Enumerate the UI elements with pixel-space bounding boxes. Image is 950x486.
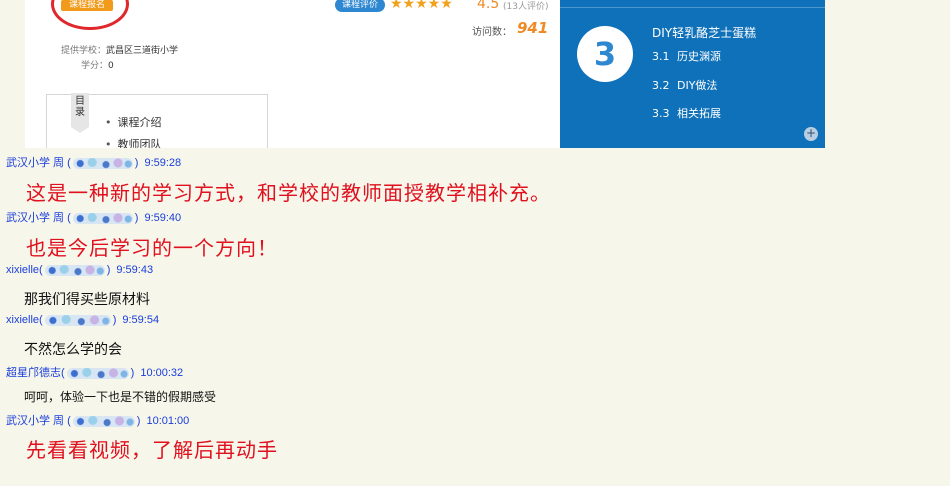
sender-close: ) — [134, 212, 139, 224]
message-text: 也是今后学习的一个方向！ — [26, 236, 278, 260]
blurred-id — [72, 157, 133, 169]
message-header: 武汉小学 周 () 9:59:40 — [6, 209, 181, 225]
sender-close: ) — [106, 264, 111, 276]
rating-stars: ★★★★★ — [390, 0, 453, 12]
blurred-id — [44, 264, 105, 276]
blurred-id — [44, 314, 111, 326]
toc-item-teachers[interactable]: 教师团队 — [105, 136, 162, 148]
toc-tab-arrow — [71, 127, 89, 133]
enroll-button[interactable]: 课程报名 — [61, 0, 113, 11]
message-time: 10:01:00 — [146, 415, 190, 427]
message-time: 10:00:32 — [140, 367, 184, 379]
plus-icon[interactable]: + — [804, 127, 818, 141]
table-of-contents: 目录 课程介绍 教师团队 — [46, 93, 268, 148]
chapter-title[interactable]: DIY轻乳酪芝士蛋糕 — [652, 24, 756, 41]
sender-name: xixielle( — [6, 264, 43, 276]
panel-divider — [560, 7, 825, 8]
chapter-panel: 3 DIY轻乳酪芝士蛋糕 3.1 历史渊源 3.2 DIY做法 3.3 相关拓展 + — [560, 0, 825, 148]
chapter-number: 3 — [577, 26, 633, 82]
subsection-number: 3.3 — [652, 107, 670, 120]
sender-name: 武汉小学 周 ( — [6, 212, 71, 224]
message-header: 武汉小学 周 () 9:59:28 — [6, 154, 181, 170]
subsection-history[interactable]: 3.1 历史渊源 — [652, 48, 721, 64]
course-info-panel: 课程报名 课程评价 ★★★★★ 4.5 (13人评价) 访问数： 941 提供学… — [25, 0, 560, 148]
message-time: 9:59:54 — [122, 314, 160, 326]
sender-name: 武汉小学 周 ( — [6, 157, 71, 169]
visits-label: 访问数： — [472, 27, 512, 38]
sender-close: ) — [112, 314, 117, 326]
course-screenshot: 课程报名 课程评价 ★★★★★ 4.5 (13人评价) 访问数： 941 提供学… — [25, 0, 825, 148]
sender-close: ) — [134, 157, 139, 169]
subsection-label: 相关拓展 — [677, 107, 721, 120]
rating-button[interactable]: 课程评价 — [335, 0, 385, 12]
subsection-diy[interactable]: 3.2 DIY做法 — [652, 77, 717, 93]
message-text: 呵呵，体验一下也是不错的假期感受 — [24, 390, 217, 404]
visits-count: 941 — [517, 19, 549, 37]
sender-name: xixielle( — [6, 314, 43, 326]
sender-name: 超星邝德志( — [6, 367, 65, 379]
blurred-id — [72, 212, 133, 224]
subsection-extension[interactable]: 3.3 相关拓展 — [652, 105, 721, 121]
toc-item-intro[interactable]: 课程介绍 — [105, 114, 162, 130]
message-time: 9:59:40 — [144, 212, 182, 224]
sender-close: ) — [136, 415, 141, 427]
message-header: 武汉小学 周 () 10:01:00 — [6, 412, 189, 428]
blurred-id — [72, 415, 135, 427]
credits-label: 学分： — [81, 61, 109, 71]
toc-tab: 目录 — [71, 93, 89, 127]
blurred-id — [66, 367, 129, 379]
subsection-label: 历史渊源 — [677, 50, 721, 63]
message-header: 超星邝德志() 10:00:32 — [6, 364, 183, 380]
message-text: 不然怎么学的会 — [24, 342, 122, 358]
message-header: xixielle() 9:59:54 — [6, 314, 159, 326]
message-text: 先看看视频，了解后再动手 — [26, 438, 278, 462]
sender-name: 武汉小学 周 ( — [6, 415, 71, 427]
message-text: 这是一种新的学习方式，和学校的教师面授教学相补充。 — [26, 181, 551, 205]
subsection-number: 3.1 — [652, 50, 670, 63]
school-line: 提供学校：武昌区三道街小学 — [61, 43, 178, 56]
rating-count: (13人评价) — [503, 2, 549, 12]
message-text: 那我们得买些原材料 — [24, 292, 150, 308]
message-time: 9:59:28 — [144, 157, 182, 169]
message-time: 9:59:43 — [116, 264, 154, 276]
subsection-label: DIY做法 — [677, 79, 718, 92]
subsection-number: 3.2 — [652, 79, 670, 92]
credits-value: 0 — [108, 61, 114, 71]
message-header: xixielle() 9:59:43 — [6, 264, 153, 276]
school-label: 提供学校： — [61, 46, 107, 56]
rating-score: 4.5 — [477, 0, 500, 12]
school-value: 武昌区三道街小学 — [106, 46, 179, 56]
sender-close: ) — [130, 367, 135, 379]
credits-line: 学分：0 — [81, 58, 114, 71]
